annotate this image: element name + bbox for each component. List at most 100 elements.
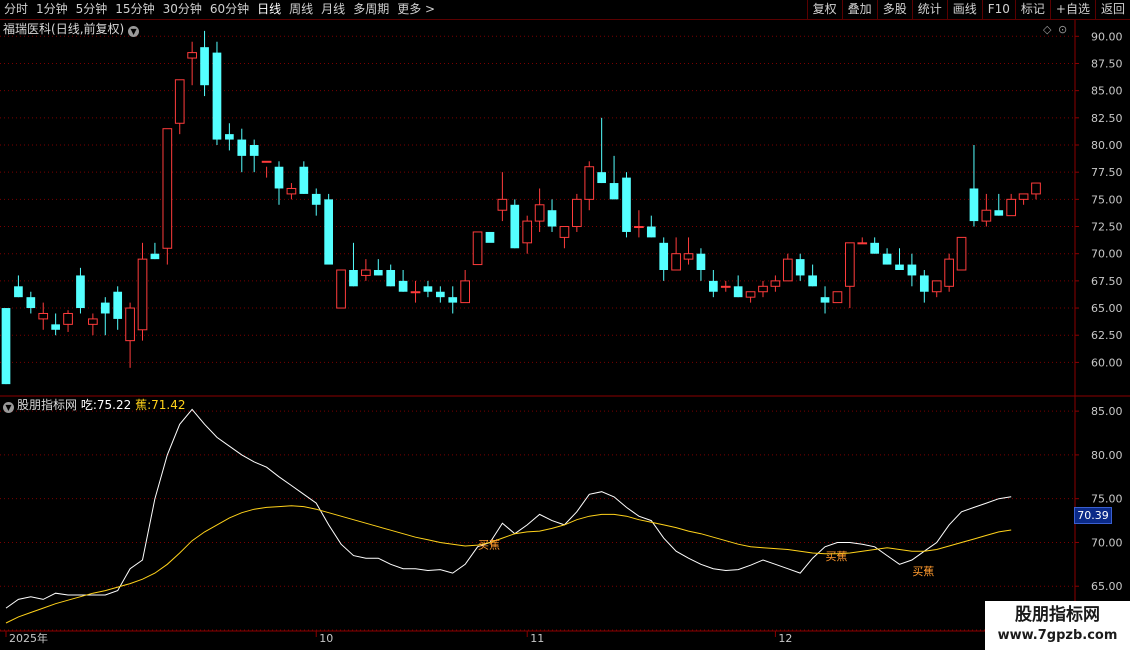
- ytick-label-main: 70.00: [1091, 248, 1123, 261]
- candle-body: [472, 231, 483, 266]
- candle-body: [782, 258, 793, 282]
- candle-body: [981, 209, 992, 222]
- candle: [510, 199, 520, 249]
- candle-body: [857, 242, 868, 245]
- candle-body: [113, 291, 123, 319]
- candle: [622, 172, 631, 238]
- indicator-name: 股朋指标网: [17, 398, 78, 412]
- candle-body: [225, 134, 234, 140]
- period-tab-1[interactable]: 1分钟: [32, 0, 72, 19]
- candle-body: [212, 52, 222, 140]
- candle-body: [671, 253, 681, 271]
- tool-button-0[interactable]: 复权: [806, 0, 842, 19]
- candle-body: [510, 204, 520, 249]
- candle-body: [534, 204, 545, 222]
- candle-body: [547, 210, 557, 227]
- candle-body: [398, 280, 408, 292]
- chevron-down-icon[interactable]: ▼: [3, 402, 14, 413]
- candle-body: [174, 79, 185, 124]
- candle: [324, 193, 333, 265]
- candle: [336, 269, 346, 309]
- candle-body: [720, 285, 731, 288]
- period-tab-4[interactable]: 30分钟: [159, 0, 206, 19]
- tool-button-7[interactable]: +自选: [1049, 0, 1095, 19]
- period-tab-3[interactable]: 15分钟: [111, 0, 158, 19]
- candle-body: [237, 139, 247, 156]
- candle-body: [745, 291, 756, 298]
- tool-button-2[interactable]: 多股: [876, 0, 912, 19]
- tool-button-4[interactable]: 画线: [946, 0, 982, 19]
- candle-body: [597, 172, 607, 184]
- candle-body: [261, 160, 272, 163]
- candle-body: [609, 183, 619, 200]
- candle-body: [187, 52, 197, 59]
- candle-body: [919, 275, 929, 292]
- candle-body: [14, 286, 23, 298]
- candle-body: [125, 307, 135, 342]
- ytick-label-ind: 70.00: [1091, 536, 1123, 549]
- candle: [832, 291, 843, 304]
- line2-label: 蕉:: [135, 398, 152, 412]
- ytick-label-main: 82.50: [1091, 112, 1123, 125]
- candle-body: [249, 145, 259, 156]
- candle-body: [1006, 198, 1017, 217]
- candle-body: [88, 318, 98, 325]
- watermark-url: www.7gpzb.com: [997, 628, 1118, 643]
- tool-button-3[interactable]: 统计: [911, 0, 947, 19]
- candle-body: [162, 128, 173, 249]
- x-tick-label: 11: [530, 632, 544, 645]
- period-tab-7[interactable]: 周线: [285, 0, 317, 19]
- candle-body: [349, 270, 358, 287]
- candle-body: [497, 198, 508, 211]
- ytick-label-ind: 75.00: [1091, 493, 1123, 506]
- candle-body: [100, 302, 110, 314]
- candle-body: [1031, 182, 1041, 195]
- candle-body: [944, 258, 954, 287]
- candle-body: [200, 47, 209, 86]
- signal-label: 买蕉: [912, 565, 934, 578]
- tool-button-1[interactable]: 叠加: [841, 0, 877, 19]
- period-tab-10[interactable]: 更多 >: [393, 0, 439, 19]
- candle: [472, 231, 483, 266]
- period-tab-8[interactable]: 月线: [317, 0, 349, 19]
- tool-buttons: 复权 叠加 多股 统计 画线 F10 标记 +自选 返回: [806, 0, 1130, 19]
- candle-body: [51, 324, 60, 330]
- stock-name: 福瑞医科: [3, 22, 52, 36]
- signal-label: 买蕉: [825, 550, 847, 563]
- price-tag: 70.39: [1074, 507, 1112, 524]
- ytick-label-main: 85.00: [1091, 85, 1123, 98]
- toggle-icon: ⊙: [1058, 23, 1067, 36]
- candle-body: [882, 253, 892, 265]
- candle: [162, 128, 173, 265]
- tool-button-8[interactable]: 返回: [1094, 0, 1130, 19]
- candle-body: [709, 280, 718, 292]
- candle-body: [820, 297, 830, 303]
- period-tab-2[interactable]: 5分钟: [72, 0, 112, 19]
- watermark-name: 股朋指标网: [1015, 605, 1100, 625]
- ytick-label-main: 87.50: [1091, 57, 1123, 70]
- candle-body: [845, 242, 855, 287]
- candle-body: [646, 226, 656, 238]
- candle-body: [522, 220, 533, 244]
- period-tab-6[interactable]: 日线: [253, 0, 285, 19]
- candle: [572, 193, 582, 232]
- stock-title: 福瑞医科(日线,前复权) ▼: [3, 22, 142, 37]
- candle-body: [460, 280, 471, 304]
- chart-area: 买蕉买蕉买蕉 90.0087.5085.0082.5080.0077.5075.…: [0, 20, 1130, 650]
- candle-body: [696, 253, 706, 270]
- ytick-label-main: 65.00: [1091, 302, 1123, 315]
- x-tick-label: 10: [319, 632, 333, 645]
- candle-body: [758, 285, 768, 293]
- tool-button-6[interactable]: 标记: [1014, 0, 1050, 19]
- candle: [1, 308, 11, 385]
- candle-body: [808, 275, 817, 287]
- ytick-label-ind: 80.00: [1091, 449, 1123, 462]
- ytick-label-ind: 85.00: [1091, 405, 1123, 418]
- tool-button-5[interactable]: F10: [981, 0, 1015, 19]
- period-tab-9[interactable]: 多周期: [349, 0, 393, 19]
- watermark: 股朋指标网 www.7gpzb.com: [985, 601, 1130, 650]
- period-tab-0[interactable]: 分时: [0, 0, 32, 19]
- chevron-down-icon[interactable]: ▼: [128, 26, 140, 37]
- period-tab-5[interactable]: 60分钟: [206, 0, 253, 19]
- line1-value: 75.22: [96, 398, 132, 412]
